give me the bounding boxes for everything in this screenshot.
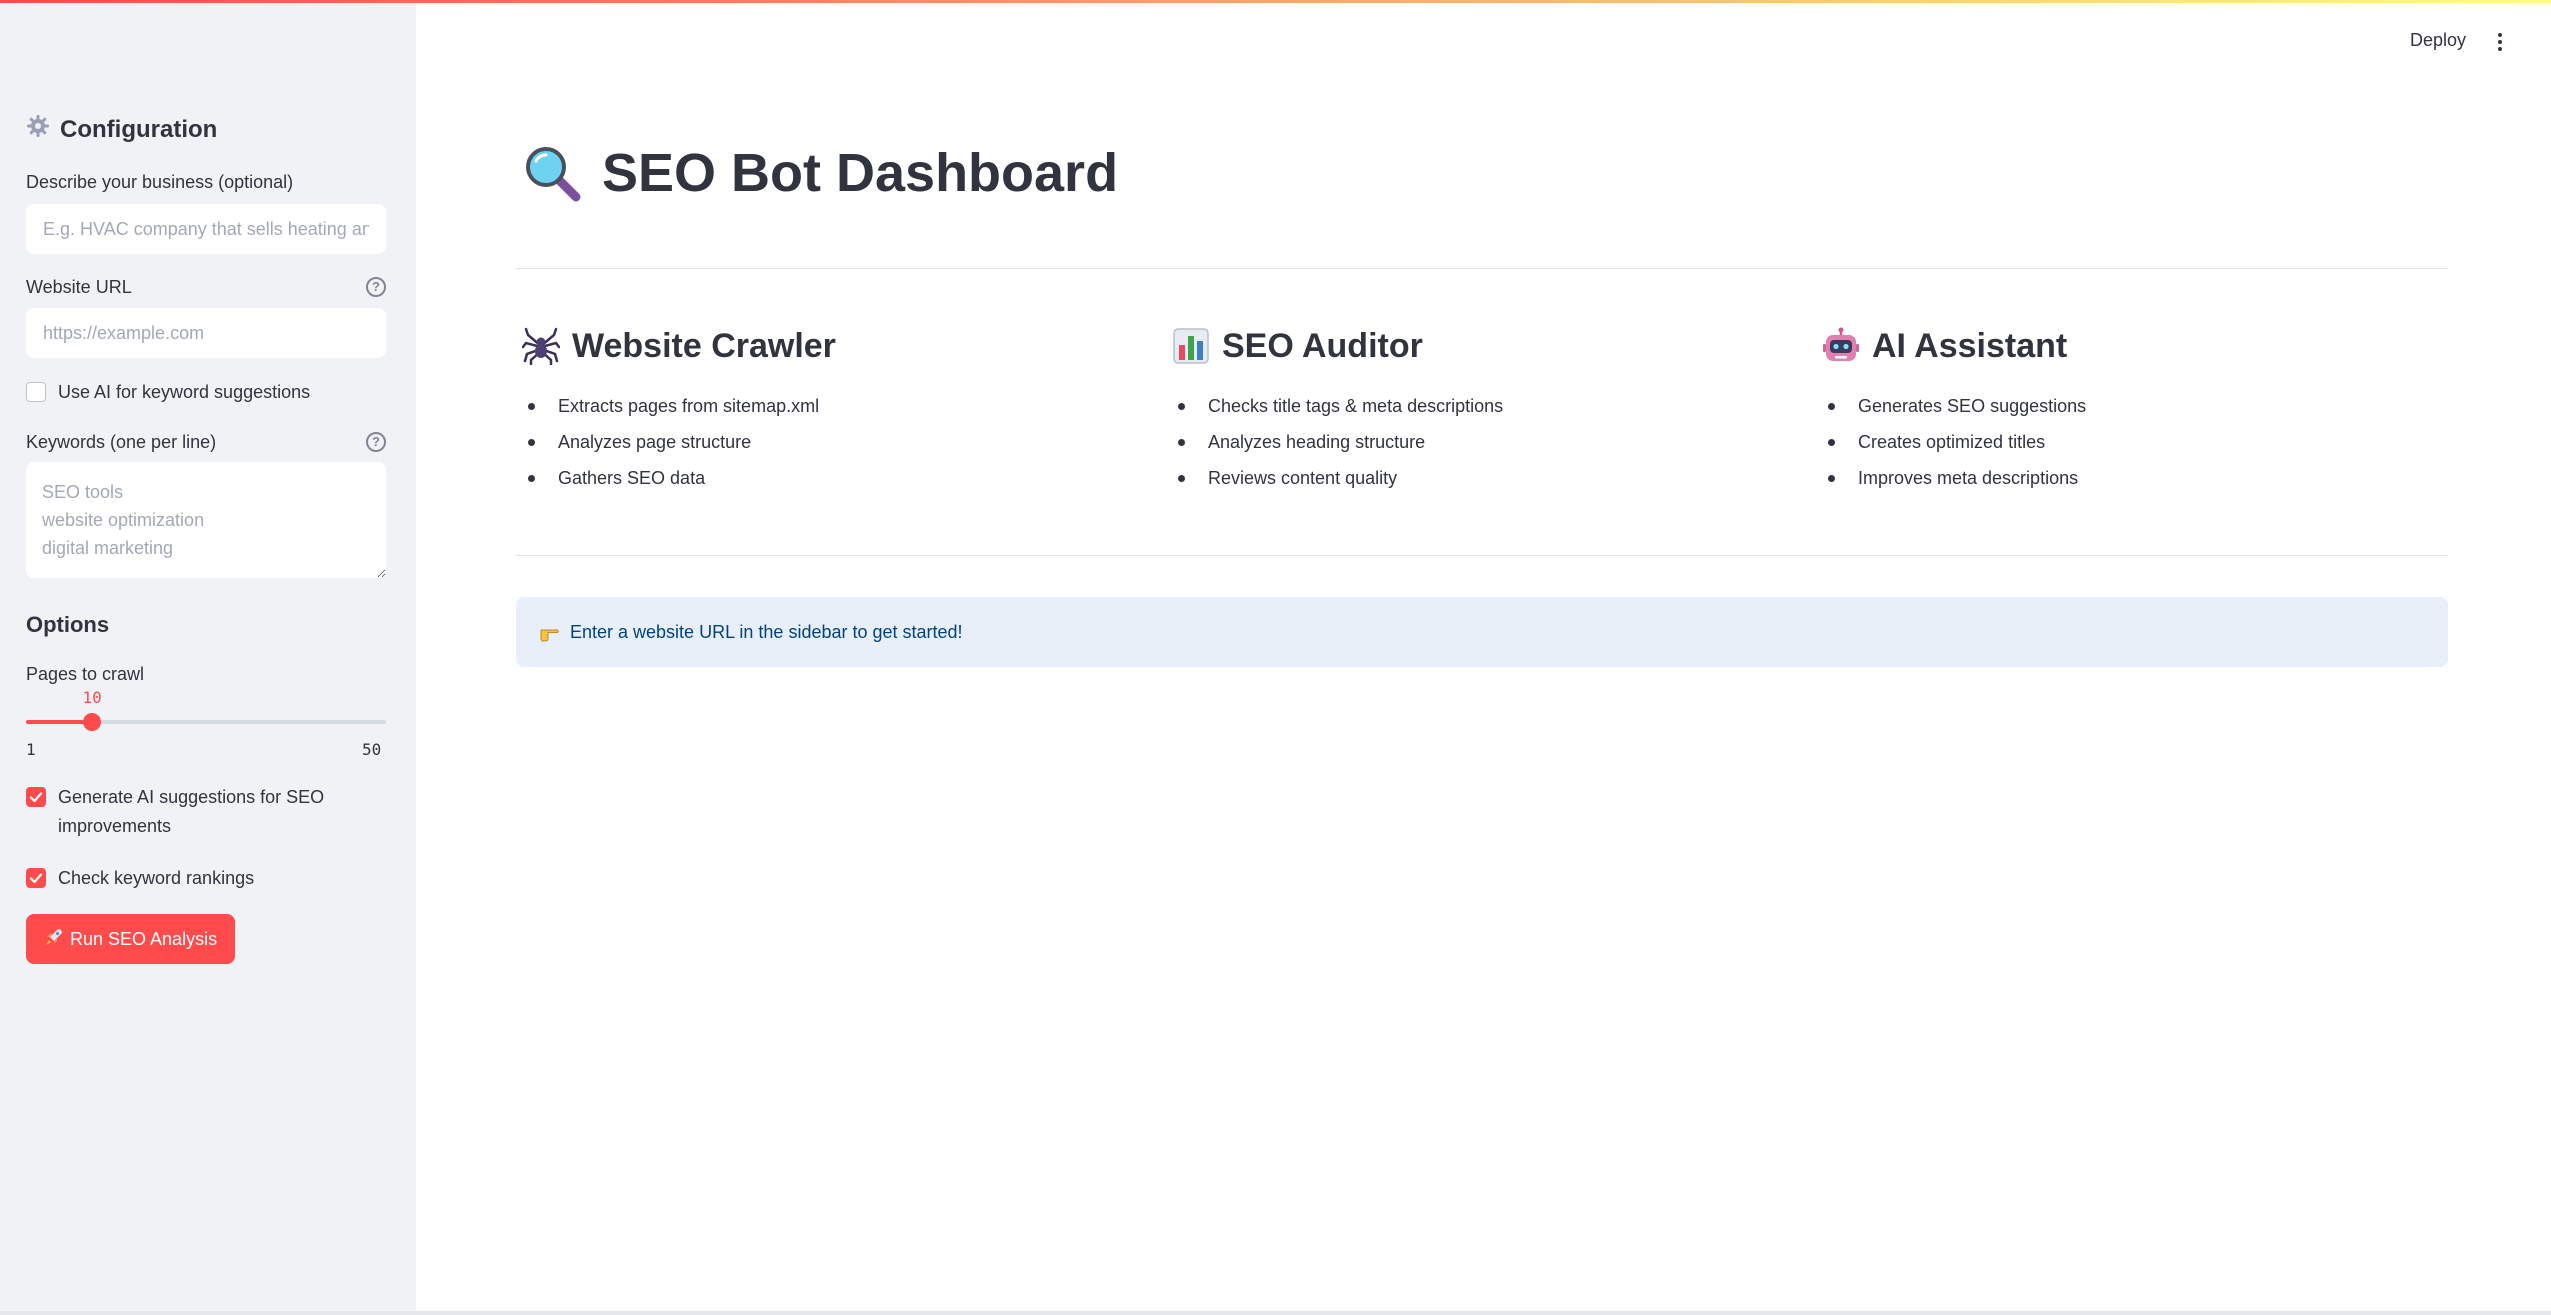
slider-max-label: 50 (362, 740, 382, 759)
divider (516, 555, 2448, 556)
spider-icon (522, 327, 560, 365)
pages-to-crawl-slider[interactable]: 10 (26, 688, 386, 731)
feature-list: Generates SEO suggestions Creates optimi… (1822, 388, 2462, 496)
generate-ai-checkbox[interactable]: Generate AI suggestions for SEO improvem… (26, 783, 356, 841)
sidebar-title: Configuration (26, 114, 217, 145)
checkbox-checked[interactable] (26, 787, 46, 807)
list-item: Gathers SEO data (522, 460, 1162, 496)
slider-thumb[interactable] (83, 713, 102, 731)
help-icon[interactable]: ? (366, 432, 386, 452)
gear-icon (26, 114, 50, 145)
list-item: Improves meta descriptions (1822, 460, 2462, 496)
use-ai-keywords-checkbox[interactable]: Use AI for keyword suggestions (26, 378, 310, 407)
keywords-label: Keywords (one per line) (26, 432, 217, 452)
sidebar-title-text: Configuration (60, 115, 218, 143)
robot-icon (1823, 327, 1859, 361)
bottom-border (0, 1311, 2551, 1315)
deploy-button[interactable]: Deploy (2410, 30, 2466, 51)
list-item: Generates SEO suggestions (1822, 388, 2462, 424)
sidebar: Configuration Describe your business (op… (0, 0, 416, 1315)
options-heading: Options (26, 612, 110, 637)
check-icon (29, 873, 43, 884)
page-title-text: SEO Bot Dashboard (602, 143, 1119, 203)
magnifying-glass-icon (526, 147, 581, 202)
feature-title: SEO Auditor (1222, 326, 1423, 365)
slider-min-label: 1 (26, 740, 36, 759)
feature-website-crawler: Website Crawler Extracts pages from site… (522, 324, 1162, 496)
list-item: Extracts pages from sitemap.xml (522, 388, 1162, 424)
list-item: Creates optimized titles (1822, 424, 2462, 460)
website-url-input[interactable] (26, 308, 386, 358)
slider-value: 10 (82, 688, 102, 707)
top-decoration-bar (0, 0, 2551, 3)
pages-to-crawl-label: Pages to crawl (26, 664, 145, 684)
feature-title: AI Assistant (1872, 326, 2068, 365)
page-title: SEO Bot Dashboard (522, 142, 1118, 204)
pointing-hand-icon (540, 629, 559, 642)
bar-chart-icon (1173, 328, 1209, 364)
info-text: Enter a website URL in the sidebar to ge… (570, 621, 963, 642)
run-seo-analysis-button[interactable]: Run SEO Analysis (26, 914, 236, 964)
website-url-label: Website URL (26, 277, 132, 297)
list-item: Analyzes page structure (522, 424, 1162, 460)
feature-ai-assistant: AI Assistant Generates SEO suggestions C… (1822, 324, 2462, 496)
feature-title: Website Crawler (572, 326, 836, 365)
rocket-icon (44, 927, 64, 952)
kebab-menu-icon[interactable] (2494, 30, 2506, 54)
checkbox-checked[interactable] (26, 868, 46, 888)
generate-ai-label: Generate AI suggestions for SEO improvem… (58, 787, 325, 836)
business-label: Describe your business (optional) (26, 172, 294, 192)
feature-seo-auditor: SEO Auditor Checks title tags & meta des… (1172, 324, 1812, 496)
checkbox-box[interactable] (26, 382, 46, 402)
feature-heading: Website Crawler (522, 324, 1162, 368)
keywords-textarea[interactable] (26, 462, 386, 578)
feature-list: Checks title tags & meta descriptions An… (1172, 388, 1812, 496)
check-icon (29, 792, 43, 803)
list-item: Analyzes heading structure (1172, 424, 1812, 460)
feature-list: Extracts pages from sitemap.xml Analyzes… (522, 388, 1162, 496)
check-rankings-label: Check keyword rankings (58, 868, 255, 888)
business-input[interactable] (26, 204, 386, 254)
run-button-label: Run SEO Analysis (70, 928, 218, 949)
help-icon[interactable]: ? (366, 277, 386, 297)
feature-heading: AI Assistant (1822, 324, 2462, 368)
info-alert: Enter a website URL in the sidebar to ge… (516, 597, 2448, 667)
divider (516, 268, 2448, 269)
use-ai-keywords-label: Use AI for keyword suggestions (58, 382, 311, 402)
feature-heading: SEO Auditor (1172, 324, 1812, 368)
list-item: Reviews content quality (1172, 460, 1812, 496)
check-rankings-checkbox[interactable]: Check keyword rankings (26, 864, 254, 893)
list-item: Checks title tags & meta descriptions (1172, 388, 1812, 424)
